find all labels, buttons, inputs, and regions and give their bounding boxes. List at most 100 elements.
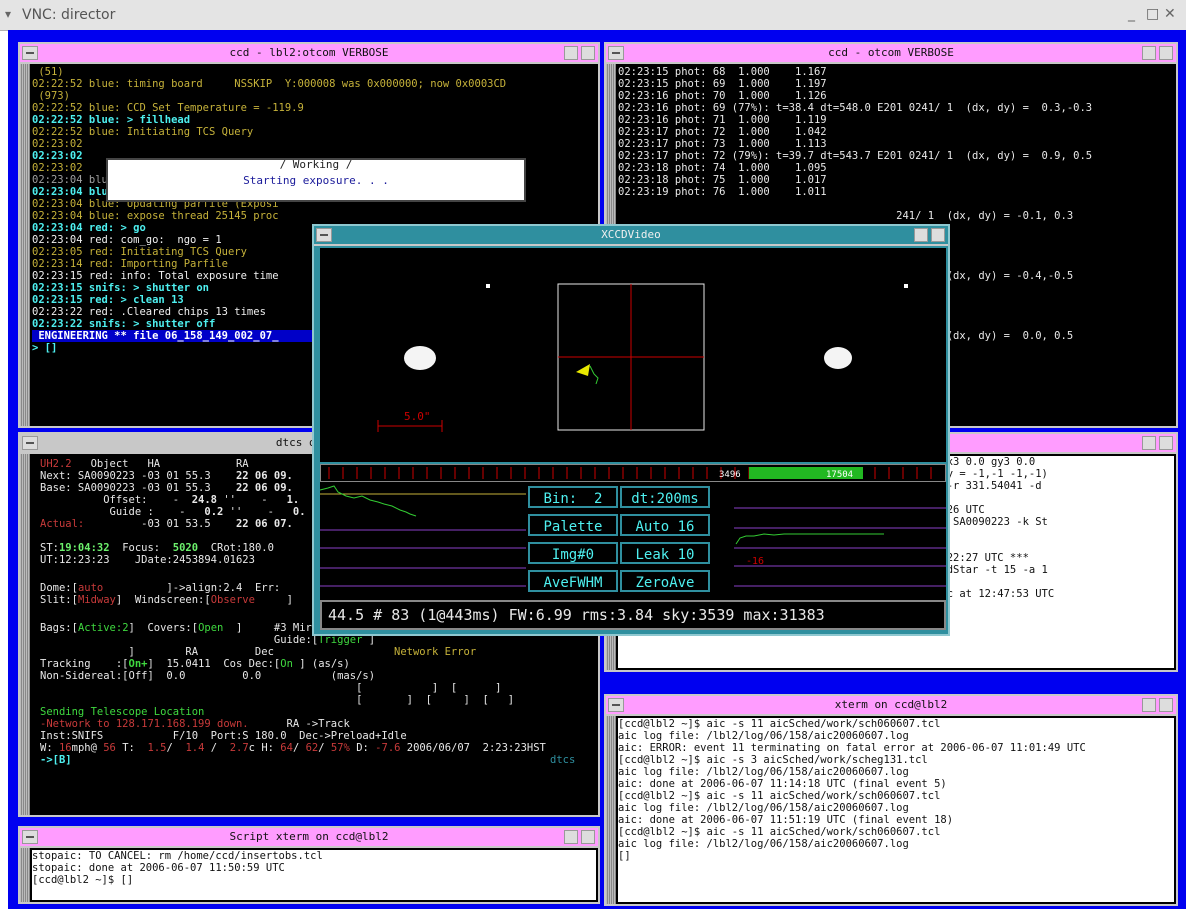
terminal-line: 02:23:15 phot: 69 1.000 1.197	[618, 78, 827, 90]
terminal-line: (973)	[32, 90, 70, 102]
script-xterm-window: Script xterm on ccd@lbl2 stopaic: TO CAN…	[18, 826, 600, 904]
minimize-icon[interactable]: _	[1128, 6, 1135, 22]
scrollbar[interactable]	[20, 848, 30, 902]
terminal-line: 02:23:18 phot: 75 1.000 1.017	[618, 174, 827, 186]
terminal-line: aic: ERROR: event 11 terminating on fata…	[618, 742, 1086, 754]
terminal-line: 02:23:17 phot: 72 (79%): t=39.7 dt=543.7…	[618, 150, 1093, 162]
terminal-line: [ccd@lbl2 ~]$ aic -s 11 aicSched/work/sc…	[618, 718, 941, 730]
window-title: XCCDVideo	[601, 228, 661, 241]
terminal-line: (51)	[32, 66, 64, 78]
sky-plot: -16	[734, 507, 946, 587]
terminal-line: []	[618, 850, 631, 862]
maximize-icon[interactable]	[1159, 698, 1173, 712]
bin-button[interactable]: Bin: 2	[528, 486, 618, 508]
leak-button[interactable]: Leak 10	[620, 542, 710, 564]
vnc-titlebar: ▾ VNC: director _ □ ✕	[0, 0, 1186, 31]
iconify-icon[interactable]	[914, 228, 928, 242]
terminal-line: [ccd@lbl2 ~]$ []	[32, 874, 134, 886]
script-xterm-titlebar[interactable]: Script xterm on ccd@lbl2	[20, 828, 598, 848]
working-dialog-message: Starting exposure. . .	[243, 174, 389, 187]
window-menu-icon[interactable]	[22, 46, 38, 60]
iconify-icon[interactable]	[1142, 46, 1156, 60]
maximize-icon[interactable]: □	[1146, 6, 1159, 22]
guide-track	[589, 365, 599, 385]
scrollbar[interactable]	[606, 716, 616, 904]
palette-button[interactable]: Palette	[528, 514, 618, 536]
terminal-line: aic log file: /lbl2/log/06/158/aic200606…	[618, 730, 909, 742]
terminal-line: aic log file: /lbl2/log/06/158/aic200606…	[618, 838, 909, 850]
terminal-line: 02:23:19 phot: 76 1.000 1.011	[618, 186, 827, 198]
vnc-window-title: VNC: director	[22, 7, 116, 23]
terminal-line: aic: done at 2006-06-07 11:51:19 UTC (fi…	[618, 814, 954, 826]
xccdvideo-window: XCCDVideo 5.0" 3496 17504 Bin: 2 dt:200m…	[312, 224, 950, 636]
terminal-output: [ccd@lbl2 ~]$ aic -s 11 aicSched/work/sc…	[618, 718, 1174, 902]
window-menu-icon[interactable]	[316, 228, 332, 242]
maximize-icon[interactable]	[1159, 436, 1173, 450]
terminal-line: 02:23:16 phot: 70 1.000 1.126	[618, 90, 827, 102]
terminal-line: [ccd@lbl2 ~]$ aic -s 11 aicSched/work/sc…	[618, 790, 941, 802]
histogram-bar[interactable]: 3496 17504	[320, 464, 946, 482]
window-menu-icon[interactable]	[608, 698, 624, 712]
terminal-line: [ccd@lbl2 ~]$ aic -s 3 aicSched/work/sch…	[618, 754, 928, 766]
xccdvideo-titlebar[interactable]: XCCDVideo	[314, 226, 948, 246]
histogram-low-label: 3496	[719, 470, 741, 480]
window-menu-icon[interactable]	[608, 46, 624, 60]
terminal-line: [ccd@lbl2 ~]$ aic -s 11 aicSched/work/sc…	[618, 826, 941, 838]
zeroave-button[interactable]: ZeroAve	[620, 570, 710, 592]
scale-label: 5.0"	[404, 410, 431, 423]
ccd-lbl2-titlebar[interactable]: ccd - lbl2:otcom VERBOSE	[20, 44, 598, 64]
terminal-line: aic: done at 2006-06-07 11:14:18 UTC (fi…	[618, 778, 947, 790]
guide-star	[576, 364, 590, 376]
working-dialog: / Working / Starting exposure. . .	[106, 158, 526, 202]
window-title: xterm on ccd@lbl2	[834, 698, 948, 711]
maximize-icon[interactable]	[581, 46, 595, 60]
xterm-ccd-window: xterm on ccd@lbl2 [ccd@lbl2 ~]$ aic -s 1…	[604, 694, 1178, 906]
star-blob-left	[404, 346, 436, 370]
iconify-icon[interactable]	[1142, 436, 1156, 450]
dtcs-tag: dtcs	[550, 754, 576, 766]
ccd-image-view[interactable]: 5.0"	[320, 248, 946, 462]
ccd-otcom-titlebar[interactable]: ccd - otcom VERBOSE	[606, 44, 1176, 64]
iconify-icon[interactable]	[564, 46, 578, 60]
terminal-line: 02:23:16 phot: 71 1.000 1.119	[618, 114, 827, 126]
terminal-line: 02:23:16 phot: 69 (77%): t=38.4 dt=548.0…	[618, 102, 1093, 114]
close-icon[interactable]: ✕	[1164, 6, 1176, 22]
fwhm-plot	[320, 485, 526, 587]
scrollbar[interactable]	[20, 64, 30, 426]
terminal-line: 02:23:17 phot: 72 1.000 1.042	[618, 126, 827, 138]
window-menu-icon[interactable]: ▾	[5, 7, 11, 21]
terminal-line: 02:23:04 blue: expose thread 25145 proc	[32, 210, 279, 222]
maximize-icon[interactable]	[581, 830, 595, 844]
terminal-line: 02:23:15 phot: 68 1.000 1.167	[618, 66, 827, 78]
terminal-line: stopaic: done at 2006-06-07 11:50:59 UTC	[32, 862, 285, 874]
terminal-line: aic log file: /lbl2/log/06/158/aic200606…	[618, 802, 909, 814]
sky-plot-label: -16	[746, 556, 764, 567]
window-title: ccd - lbl2:otcom VERBOSE	[229, 46, 389, 59]
terminal-line: 02:22:52 blue: timing board NSSKIP Y:000…	[32, 78, 507, 90]
maximize-icon[interactable]	[931, 228, 945, 242]
scrollbar[interactable]	[20, 454, 30, 815]
img-button[interactable]: Img#0	[528, 542, 618, 564]
star-dot	[904, 284, 908, 288]
window-title: ccd - otcom VERBOSE	[828, 46, 954, 59]
auto-button[interactable]: Auto 16	[620, 514, 710, 536]
star-blob-right	[824, 347, 852, 369]
histogram-high-label: 17504	[826, 470, 853, 480]
control-panel: Bin: 2 dt:200ms Palette Auto 16 Img#0 Le…	[320, 482, 946, 600]
xterm-ccd-titlebar[interactable]: xterm on ccd@lbl2	[606, 696, 1176, 716]
terminal-line: 02:23:18 phot: 74 1.000 1.095	[618, 162, 827, 174]
dt-button[interactable]: dt:200ms	[620, 486, 710, 508]
terminal-line: 02:23:02	[32, 138, 83, 150]
working-dialog-header: / Working /	[279, 158, 353, 171]
avefwhm-button[interactable]: AveFWHM	[528, 570, 618, 592]
maximize-icon[interactable]	[1159, 46, 1173, 60]
terminal-line: 02:23:17 phot: 73 1.000 1.113	[618, 138, 827, 150]
terminal-line: 02:22:52 blue: CCD Set Temperature = -11…	[32, 102, 304, 114]
window-menu-icon[interactable]	[22, 436, 38, 450]
terminal-line: 02:22:52 blue: Initiating TCS Query	[32, 126, 254, 138]
terminal-line: 241/ 1 (dx, dy) = -0.1, 0.3	[618, 210, 1074, 222]
iconify-icon[interactable]	[564, 830, 578, 844]
iconify-icon[interactable]	[1142, 698, 1156, 712]
window-menu-icon[interactable]	[22, 830, 38, 844]
